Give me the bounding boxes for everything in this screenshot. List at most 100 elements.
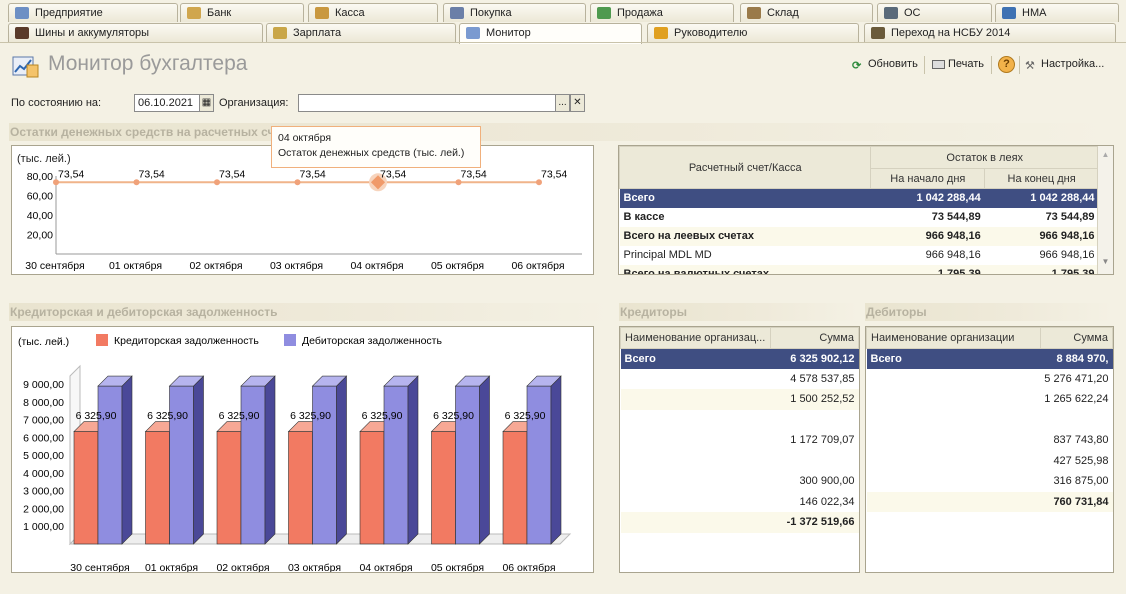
x-tick-label: 05 октября [431, 260, 484, 272]
data-label: 73,54 [139, 168, 165, 180]
x-tick-label: 30 сентября [70, 562, 129, 572]
table-row[interactable]: 760 731,84 [866, 491, 1113, 512]
account-row[interactable]: Principal MDL MD 966 948,16 966 948,16 [620, 246, 1099, 265]
x-tick-label: 06 октября [511, 260, 564, 272]
table-row[interactable]: Всего 8 884 970, [866, 348, 1113, 369]
tab-3[interactable]: Покупка [443, 3, 586, 22]
col-end[interactable]: На конец дня [984, 168, 1099, 189]
clear-button[interactable]: ✕ [570, 94, 585, 112]
tab-5[interactable]: Склад [740, 3, 873, 22]
tab2-0[interactable]: Шины и аккумуляторы [8, 23, 263, 42]
account-row[interactable]: В кассе 73 544,89 73 544,89 [620, 208, 1099, 227]
tab-6[interactable]: ОС [877, 3, 992, 22]
creditor-bar[interactable] [288, 431, 313, 545]
creditor-bar[interactable] [73, 431, 99, 545]
bar-side [550, 375, 562, 545]
org-sum: 6 325 902,12 [790, 352, 855, 365]
tab-label: Банк [207, 7, 232, 19]
refresh-button[interactable]: ⟳ Обновить [852, 58, 918, 72]
account-row[interactable]: Всего на леевых счетах 966 948,16 966 948,… [619, 226, 1099, 246]
tab2-4[interactable]: Переход на НСБУ 2014 [864, 23, 1116, 42]
col-debtor-name[interactable]: Наименование организации [866, 327, 1041, 349]
table-row[interactable]: 146 022,34 [621, 492, 859, 513]
org-name [621, 512, 771, 533]
col-debtor-sum[interactable]: Сумма [1040, 327, 1113, 349]
help-button[interactable]: ? [998, 56, 1015, 73]
tab-icon [15, 27, 29, 39]
tab-icon [466, 27, 480, 39]
table-row[interactable]: 1 265 622,24 [867, 389, 1113, 410]
table-row[interactable] [621, 451, 859, 472]
y-tick-label: 2 000,00 [23, 503, 64, 515]
select-button[interactable]: ... [555, 94, 570, 112]
creditor-bar[interactable] [145, 431, 170, 545]
data-label: 73,54 [541, 168, 567, 180]
date-field[interactable]: 06.10.2021 [134, 94, 200, 112]
tab-2[interactable]: Касса [308, 3, 438, 22]
table-row[interactable]: 5 276 471,20 [867, 369, 1113, 390]
tab-7[interactable]: НМА [995, 3, 1119, 22]
table-row[interactable]: 300 900,00 [621, 471, 859, 492]
tab-label: Склад [767, 7, 799, 19]
table-row[interactable] [621, 410, 859, 431]
creditor-bar[interactable] [431, 431, 456, 545]
x-tick-label: 02 октября [189, 260, 242, 272]
tab-icon [884, 7, 898, 19]
bar-side [407, 375, 419, 545]
table-row[interactable]: -1 372 519,66 [620, 512, 859, 533]
data-label: 73,54 [461, 168, 487, 180]
org-sum: 300 900,00 [799, 475, 855, 488]
org-sum: 316 875,00 [1053, 475, 1109, 488]
tab-4[interactable]: Продажа [590, 3, 734, 22]
tab-label: Касса [335, 7, 365, 19]
col-creditor-sum[interactable]: Сумма [770, 327, 859, 349]
org-name [867, 410, 1041, 431]
accounts-scrollbar[interactable]: ▲ ▼ [1097, 146, 1113, 274]
table-row[interactable]: 4 578 537,85 [621, 369, 859, 390]
legend-label: Дебиторская задолженность [302, 335, 442, 347]
table-row[interactable]: 316 875,00 [867, 471, 1113, 492]
tab-1[interactable]: Банк [180, 3, 304, 22]
table-row[interactable]: 1 172 709,07 [621, 430, 859, 451]
print-label: Печать [948, 58, 985, 70]
debts-chart-unit: (тыс. лей.) [18, 336, 69, 348]
tab-0[interactable]: Предприятие [8, 3, 178, 22]
table-row[interactable] [867, 410, 1113, 431]
tab-label: Руководителю [674, 27, 748, 39]
data-label: 6 325,90 [219, 410, 260, 422]
account-start: 1 042 288,44 [916, 192, 981, 205]
refresh-icon: ⟳ [852, 60, 862, 72]
tab2-2[interactable]: Монитор [459, 23, 642, 44]
table-row[interactable]: 837 743,80 [867, 430, 1113, 451]
org-sum: 8 884 970, [1056, 352, 1109, 365]
col-start[interactable]: На начало дня [870, 168, 986, 189]
tab-icon [187, 7, 201, 19]
settings-button[interactable]: ⚒ Настройка... [1025, 58, 1104, 72]
table-row[interactable]: 427 525,98 [867, 451, 1113, 472]
organization-field[interactable] [298, 94, 556, 112]
tab-icon [654, 27, 668, 39]
org-name [867, 369, 1041, 390]
data-label: 6 325,90 [76, 410, 117, 422]
calendar-icon[interactable]: ▦ [199, 94, 214, 112]
table-row[interactable]: 1 500 252,52 [620, 389, 859, 410]
accounts-grid: Расчетный счет/Касса Остаток в леях На на… [618, 145, 1114, 275]
x-tick-label: 05 октября [431, 562, 484, 572]
table-row[interactable]: Всего 6 325 902,12 [620, 348, 859, 369]
tab2-1[interactable]: Зарплата [266, 23, 456, 42]
print-button[interactable]: Печать [932, 58, 984, 70]
account-name: Всего на валютных счетах [623, 268, 769, 275]
account-start: 1 795,39 [937, 268, 981, 275]
account-row[interactable]: Всего на валютных счетах 1 795,39 1 795,39 [619, 264, 1099, 275]
organization-label: Организация: [219, 97, 289, 109]
creditor-bar[interactable] [216, 431, 242, 545]
tab-label: Монитор [486, 27, 531, 39]
account-row[interactable]: Всего 1 042 288,44 1 042 288,44 [619, 188, 1099, 208]
debtors-header: Дебиторы [865, 303, 1113, 321]
creditor-bar[interactable] [359, 431, 385, 545]
creditor-bar[interactable] [502, 431, 528, 545]
col-creditor-name[interactable]: Наименование организац... [620, 327, 771, 349]
col-account[interactable]: Расчетный счет/Касса [619, 146, 872, 189]
legend-swatch [284, 334, 296, 346]
tab2-3[interactable]: Руководителю [647, 23, 859, 42]
